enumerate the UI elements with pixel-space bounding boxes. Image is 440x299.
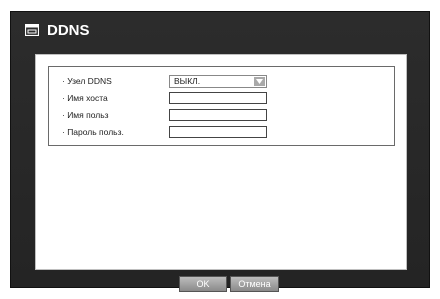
title-bar: DDNS — [11, 12, 429, 48]
dialog-title: DDNS — [47, 21, 90, 39]
user-name-label: · Имя польз — [62, 110, 109, 120]
user-name-input[interactable] — [169, 109, 267, 121]
user-name-row: · Имя польз — [62, 107, 267, 123]
ddns-dialog: DDNS · Узел DDNS ВЫКЛ. · Имя хоста · Имя… — [10, 11, 430, 292]
ddns-site-row: · Узел DDNS ВЫКЛ. — [62, 73, 267, 89]
ddns-site-label: · Узел DDNS — [62, 76, 112, 86]
ok-button[interactable]: OK — [179, 276, 227, 292]
cancel-button[interactable]: Отмена — [230, 276, 279, 292]
ddns-site-select[interactable]: ВЫКЛ. — [169, 74, 267, 88]
user-password-label: · Пароль польз. — [62, 127, 124, 137]
user-password-row: · Пароль польз. — [62, 124, 267, 140]
user-password-input[interactable] — [169, 126, 267, 138]
host-name-label: · Имя хоста — [62, 93, 108, 103]
chevron-down-icon[interactable] — [254, 76, 265, 86]
button-bar: OK Отмена — [11, 270, 429, 292]
window-icon — [23, 21, 41, 39]
host-name-row: · Имя хоста — [62, 90, 267, 106]
ddns-site-value: ВЫКЛ. — [174, 75, 201, 86]
content-panel: · Узел DDNS ВЫКЛ. · Имя хоста · Имя поль… — [35, 54, 407, 270]
ddns-settings-box: · Узел DDNS ВЫКЛ. · Имя хоста · Имя поль… — [48, 66, 395, 146]
host-name-input[interactable] — [169, 92, 267, 104]
